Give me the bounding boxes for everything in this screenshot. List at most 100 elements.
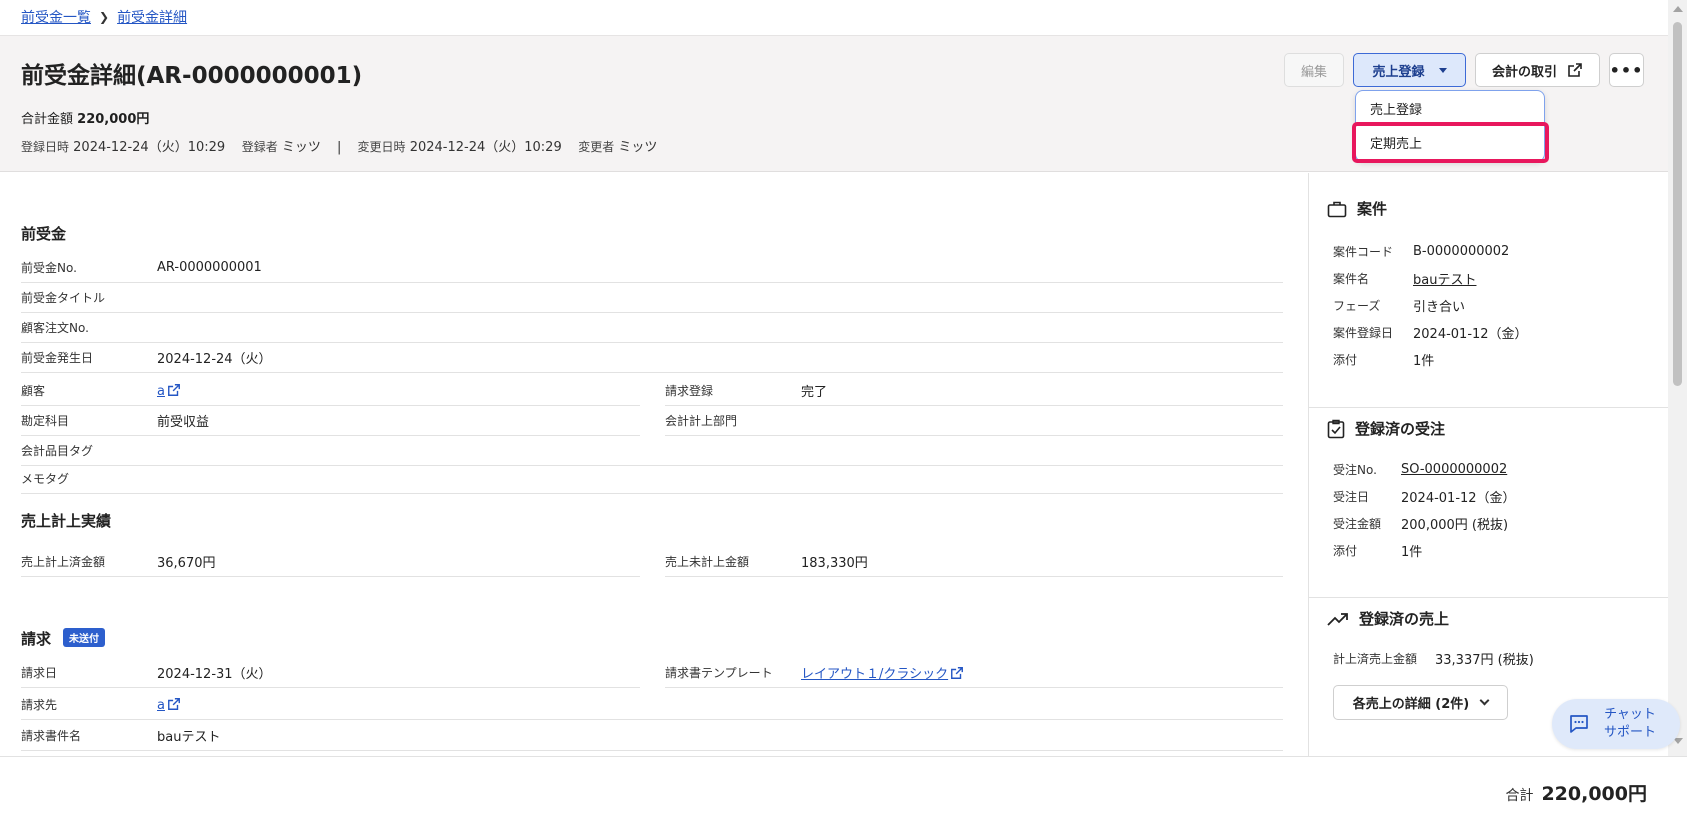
- project-code-value: B-0000000002: [1413, 243, 1510, 259]
- registered-at-value: 2024-12-24（火）10:29: [73, 140, 226, 155]
- registered-by-label: 登録者: [241, 140, 278, 154]
- footer-bar: 合計 220,000円: [0, 756, 1687, 825]
- order-date-value: 2024-01-12（金）: [1401, 490, 1516, 506]
- total-amount-value: 220,000円: [77, 112, 150, 127]
- list-item: 添付 1件: [1333, 346, 1434, 372]
- sales-title: 登録済の売上: [1359, 610, 1450, 628]
- footer-total-value: 220,000円: [1541, 783, 1647, 805]
- list-item: 案件登録日 2024-01-12（金）: [1333, 319, 1528, 345]
- field-label: 顧客注文No.: [21, 321, 89, 335]
- order-no-label: 受注No.: [1333, 462, 1377, 477]
- updated-by-label: 変更者: [578, 140, 615, 154]
- field-label: 前受金No.: [21, 261, 77, 275]
- booked-sales-amount-value: 33,337円 (税抜): [1435, 652, 1534, 668]
- memo-tag-label: メモタグ: [21, 472, 70, 486]
- account-label: 勘定科目: [21, 414, 70, 428]
- order-attachment-value: 1件: [1401, 544, 1423, 560]
- table-row: 顧客注文No.: [21, 313, 1283, 343]
- project-date-value: 2024-01-12（金）: [1413, 326, 1528, 342]
- order-date-label: 受注日: [1333, 489, 1370, 504]
- field-label: 前受金タイトル: [21, 291, 106, 305]
- table-row: 請求登録 完了: [665, 376, 1283, 406]
- vertical-scrollbar[interactable]: [1668, 0, 1687, 756]
- chat-support-button[interactable]: チャット サポート: [1552, 699, 1680, 749]
- invoice-subject-label: 請求書件名: [21, 729, 82, 743]
- project-date-label: 案件登録日: [1333, 325, 1394, 340]
- briefcase-icon: [1327, 201, 1347, 217]
- template-link[interactable]: レイアウト１/クラシック: [801, 667, 948, 682]
- field-value: 2024-12-24（火）: [157, 352, 272, 367]
- list-item: 添付 1件: [1333, 537, 1422, 563]
- chevron-down-icon: [1479, 695, 1490, 706]
- item-tag-label: 会計品目タグ: [21, 444, 94, 458]
- billing-section-title: 請求 未送付: [21, 628, 106, 649]
- table-row: 前受金No. AR-0000000001: [21, 253, 1283, 283]
- billing-date-value: 2024-12-31（火）: [157, 667, 272, 682]
- attachment-label: 添付: [1333, 352, 1358, 367]
- breadcrumb-advance-detail-link[interactable]: 前受金詳細: [117, 7, 187, 27]
- bill-to-link[interactable]: a: [157, 698, 165, 713]
- table-row: 請求書件名 bauテスト: [21, 721, 1283, 751]
- table-row: 前受金発生日 2024-12-24（火）: [21, 343, 1283, 373]
- menu-item-sales-register[interactable]: 売上登録: [1370, 99, 1422, 118]
- project-name-label: 案件名: [1333, 271, 1370, 286]
- accounting-button-label: 会計の取引: [1491, 64, 1557, 80]
- scroll-up-arrow-icon[interactable]: [1673, 6, 1683, 12]
- chevron-right-icon: ❯: [99, 10, 110, 24]
- list-item: フェーズ 引き合い: [1333, 292, 1465, 318]
- table-row: 売上未計上金額 183,330円: [665, 547, 1283, 577]
- total-amount: 合計金額 220,000円: [21, 108, 149, 127]
- right-sidebar: 案件 案件コード B-0000000002 案件名 bauテスト フェーズ 引き…: [1308, 173, 1668, 756]
- chat-label-line2: サポート: [1604, 725, 1657, 740]
- checklist-icon: [1327, 419, 1345, 438]
- breadcrumb: 前受金一覧 ❯ 前受金詳細: [21, 5, 187, 29]
- orders-section-title: 登録済の受注: [1327, 418, 1445, 439]
- total-amount-label: 合計金額: [21, 112, 74, 127]
- customer-link[interactable]: a: [157, 384, 165, 399]
- project-name-link[interactable]: bauテスト: [1413, 269, 1476, 288]
- accounting-transaction-button[interactable]: 会計の取引: [1475, 53, 1600, 87]
- project-code-label: 案件コード: [1333, 244, 1394, 259]
- meta-info: 登録日時 2024-12-24（火）10:29 登録者 ミッツ | 変更日時 2…: [21, 136, 657, 155]
- sales-details-dropdown-button[interactable]: 各売上の詳細 (2件): [1333, 685, 1508, 720]
- page-title: 前受金詳細(AR-0000000001): [21, 63, 363, 89]
- unbooked-sales-label: 売上未計上金額: [665, 555, 750, 569]
- department-label: 会計計上部門: [665, 414, 738, 428]
- breadcrumb-advance-list-link[interactable]: 前受金一覧: [21, 7, 91, 27]
- meta-separator: |: [337, 140, 342, 155]
- more-options-button[interactable]: •••: [1609, 53, 1644, 87]
- project-section-title: 案件: [1327, 198, 1387, 219]
- scrollbar-thumb[interactable]: [1673, 22, 1682, 386]
- external-link-icon: [1568, 63, 1582, 77]
- external-link-icon[interactable]: [167, 697, 181, 711]
- external-link-icon[interactable]: [167, 383, 181, 397]
- billing-reg-value: 完了: [801, 385, 828, 400]
- table-row: 勘定科目 前受収益: [21, 406, 640, 436]
- table-row: 請求先 a: [21, 690, 1283, 720]
- sales-register-dropdown-button[interactable]: 売上登録: [1353, 53, 1466, 87]
- project-title: 案件: [1357, 200, 1388, 218]
- chat-bubble-icon: [1570, 715, 1588, 733]
- caret-down-icon: [1438, 67, 1447, 73]
- phase-value: 引き合い: [1413, 299, 1466, 315]
- table-row: 請求書テンプレート レイアウト１/クラシック: [665, 658, 1283, 688]
- updated-by-value: ミッツ: [618, 140, 658, 155]
- order-no-link[interactable]: SO-0000000002: [1401, 462, 1507, 477]
- highlight-box: [1352, 122, 1549, 163]
- list-item: 受注金額 200,000円 (税抜): [1333, 510, 1508, 536]
- template-value[interactable]: レイアウト１/クラシック: [801, 663, 964, 682]
- updated-at-label: 変更日時: [357, 140, 406, 154]
- table-row: 売上計上済金額 36,670円: [21, 547, 640, 577]
- unbooked-sales-value: 183,330円: [801, 556, 868, 571]
- bill-to-value[interactable]: a: [157, 697, 181, 713]
- customer-value[interactable]: a: [157, 383, 181, 399]
- invoice-subject-value: bauテスト: [157, 730, 221, 745]
- project-section: 案件 案件コード B-0000000002 案件名 bauテスト フェーズ 引き…: [1309, 173, 1668, 408]
- booked-sales-value: 36,670円: [157, 556, 216, 571]
- order-amount-label: 受注金額: [1333, 516, 1382, 531]
- external-link-icon[interactable]: [950, 666, 964, 680]
- table-row: 請求日 2024-12-31（火）: [21, 658, 640, 688]
- edit-button[interactable]: 編集: [1284, 53, 1344, 87]
- updated-at-value: 2024-12-24（火）10:29: [409, 140, 562, 155]
- registered-at-label: 登録日時: [21, 140, 70, 154]
